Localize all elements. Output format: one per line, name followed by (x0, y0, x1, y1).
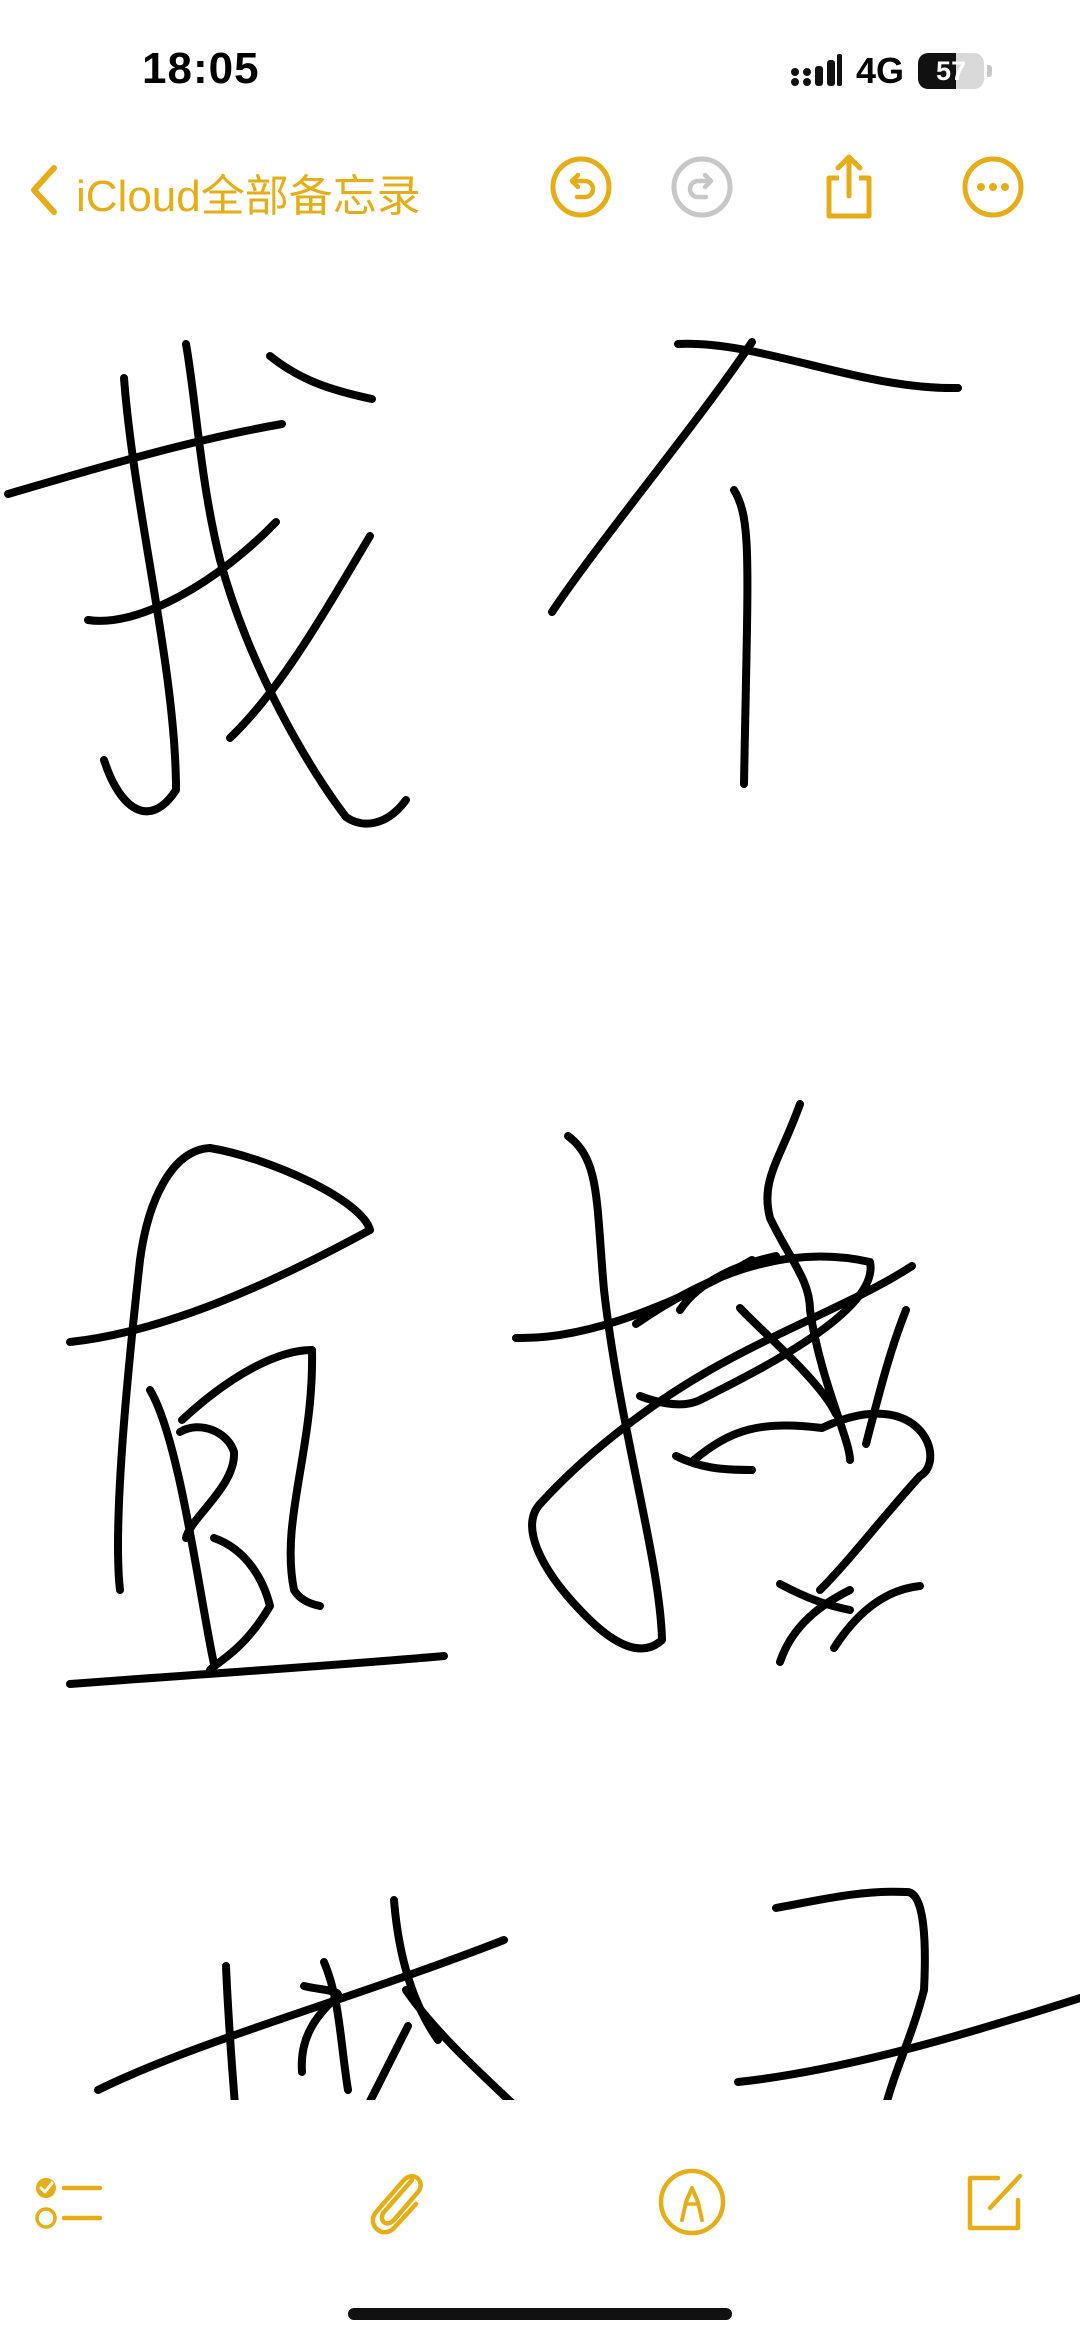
stroke (632, 1252, 875, 1409)
share-button[interactable] (812, 152, 886, 226)
stroke (772, 1887, 929, 2100)
share-icon (819, 152, 879, 227)
compose-icon (954, 2162, 1034, 2247)
stroke (402, 1986, 515, 2100)
nav-bar: iCloud全部备忘录 (0, 140, 1080, 240)
handwritten-strokes (4, 338, 1080, 2100)
signal-icon (790, 54, 842, 88)
battery-level: 57 (936, 55, 967, 86)
stroke (182, 340, 410, 828)
attachment-button[interactable] (356, 2164, 436, 2244)
paperclip-icon (356, 2162, 436, 2247)
back-label: iCloud全部备忘录 (76, 172, 421, 221)
checklist-icon (30, 2162, 110, 2247)
handwriting-canvas[interactable] (0, 300, 1080, 2100)
stroke (763, 1100, 854, 1464)
stroke (297, 1982, 342, 2076)
undo-icon (549, 155, 613, 224)
redo-icon (670, 155, 734, 224)
status-indicators: 4G 57 (790, 50, 992, 92)
stroke (84, 518, 280, 625)
markup-pen-icon (652, 2162, 732, 2247)
chevron-left-icon (28, 162, 58, 223)
undo-button[interactable] (544, 152, 618, 226)
more-icon (961, 155, 1025, 224)
stroke (100, 374, 180, 816)
compose-button[interactable] (954, 2164, 1034, 2244)
stroke (365, 2022, 412, 2100)
stroke (320, 1958, 352, 2094)
bottom-toolbar (0, 2150, 1080, 2250)
stroke (672, 1452, 756, 1474)
stroke (730, 486, 752, 788)
stroke (862, 1306, 910, 1448)
battery-icon: 57 (918, 53, 992, 89)
stroke (66, 1144, 374, 1594)
stroke (66, 1652, 448, 1688)
stroke (548, 338, 756, 616)
back-button[interactable]: iCloud全部备忘录 (28, 160, 421, 224)
checklist-button[interactable] (30, 2164, 110, 2244)
network-type: 4G (855, 50, 904, 91)
more-button[interactable] (956, 152, 1030, 226)
stroke (266, 352, 376, 403)
home-indicator[interactable] (348, 2308, 732, 2320)
stroke (690, 1409, 935, 1594)
stroke (226, 532, 374, 742)
redo-button[interactable] (665, 152, 739, 226)
markup-button[interactable] (652, 2164, 732, 2244)
stroke (4, 420, 286, 498)
status-time: 18:05 (142, 44, 260, 93)
status-bar: 18:05 4G 57 (0, 0, 1080, 140)
stroke (206, 1534, 274, 1674)
